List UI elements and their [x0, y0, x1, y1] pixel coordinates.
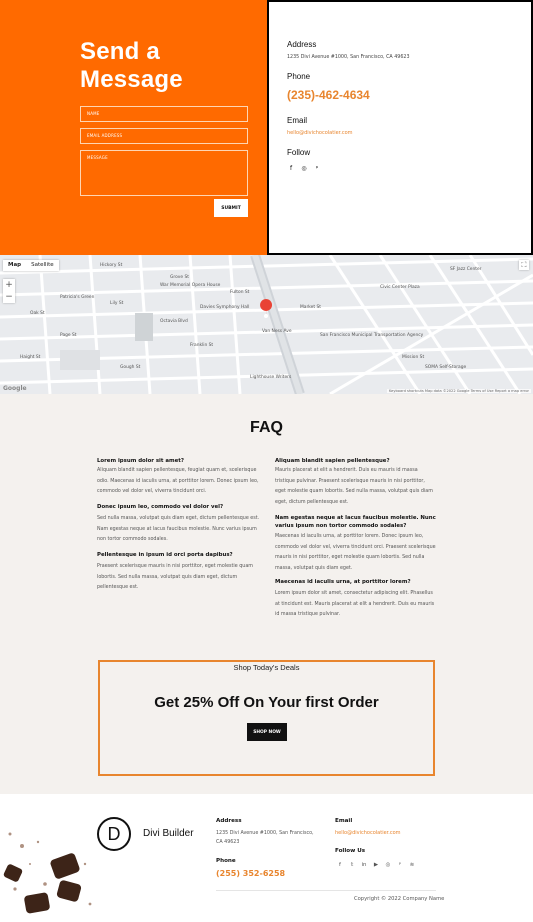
- instagram-icon[interactable]: ◎: [300, 164, 308, 172]
- linkedin-icon[interactable]: in: [360, 861, 368, 869]
- footer-email-label: Email: [335, 818, 353, 824]
- footer-email[interactable]: hello@divichocolatier.com: [335, 830, 401, 836]
- map-label: Franklin St: [190, 343, 214, 348]
- map-footer[interactable]: Keyboard shortcuts Map data ©2022 Google…: [386, 389, 531, 393]
- map-label: Haight St: [20, 355, 41, 360]
- phone-number[interactable]: (235)-462-4634: [287, 88, 370, 102]
- faq-title: FAQ: [250, 419, 283, 436]
- email-placeholder: EMAIL ADDRESS: [87, 133, 123, 138]
- instagram-icon[interactable]: ◎: [384, 861, 392, 869]
- map-type-tabs: Map Satellite: [3, 260, 59, 271]
- map-label: War Memorial Opera House: [160, 283, 221, 288]
- footer-phone-label: Phone: [216, 858, 236, 864]
- map-label: San Francisco Municipal Transportation A…: [320, 333, 424, 338]
- deals-box: Shop Today's Deals Get 25% Off On Your f…: [98, 660, 435, 776]
- map-label: Hickory St: [100, 263, 123, 268]
- fullscreen-icon[interactable]: ⛶: [519, 260, 529, 270]
- map-label: SF Jazz Center: [450, 267, 482, 272]
- deals-title: Get 25% Off On Your first Order: [154, 694, 379, 711]
- copyright: Copyright © 2022 Company Name: [354, 896, 445, 902]
- zoom-in-button[interactable]: +: [3, 279, 15, 291]
- chocolate-decoration: [3, 832, 92, 914]
- faq-answer: Aliquam blandit sapien pellentesque, feu…: [97, 468, 259, 494]
- rss-icon[interactable]: ≋: [408, 861, 416, 869]
- faq-answer: Mauris placerat at elit a hendrerit. Dui…: [275, 468, 433, 505]
- name-placeholder: NAME: [87, 111, 100, 116]
- message-placeholder: MESSAGE: [87, 155, 108, 160]
- map-label: Page St: [60, 333, 77, 338]
- map-label: Lily St: [110, 301, 124, 306]
- pinterest-icon[interactable]: ᵖ: [396, 861, 404, 869]
- faq-question: Donec ipsum leo, commodo vel dolor vel?: [97, 504, 224, 510]
- brand-logo[interactable]: D: [97, 817, 131, 851]
- map-label: Lighthouse Writers: [250, 375, 292, 380]
- map-label: Mission St: [402, 355, 425, 360]
- deals-label-wrap: Shop Today's Deals: [100, 655, 433, 674]
- map-label: Market St: [300, 305, 321, 310]
- map-label: Gough St: [120, 365, 141, 370]
- map-label: Civic Center Plaza: [380, 285, 420, 290]
- satellite-tab[interactable]: Satellite: [26, 260, 59, 271]
- faq-answer: Praesent scelerisque mauris in nisi port…: [97, 564, 253, 590]
- form-title: Send a Message: [80, 38, 183, 93]
- faq-answer: Lorem ipsum dolor sit amet, consectetur …: [275, 591, 435, 617]
- map-label: Van Ness Ave: [262, 329, 292, 334]
- footer-phone[interactable]: (255) 352-6258: [216, 869, 285, 878]
- message-field[interactable]: MESSAGE: [80, 150, 248, 196]
- zoom-controls: + −: [3, 279, 15, 303]
- map-label: Fulton St: [230, 290, 250, 295]
- google-logo: Google: [3, 385, 27, 392]
- contact-info-card: [267, 0, 533, 255]
- footer: D Divi Builder Address 1235 Divi Avenue …: [0, 794, 533, 922]
- map-label: Octavia Blvd: [160, 319, 188, 324]
- map-label: Davies Symphony Hall: [200, 305, 250, 310]
- submit-button[interactable]: SUBMIT: [214, 199, 248, 217]
- faq-question: Pellentesque in ipsum id orci porta dapi…: [97, 552, 233, 558]
- faq-question: Lorem ipsum dolor sit amet?: [97, 458, 184, 464]
- email-label: Email: [287, 116, 308, 125]
- faq-question: Maecenas id iaculis urna, at porttitor l…: [275, 579, 411, 585]
- footer-address-label: Address: [216, 818, 242, 824]
- address-label: Address: [287, 40, 317, 49]
- map-label: Patricia's Green: [60, 295, 95, 300]
- map-label: Oak St: [30, 311, 45, 316]
- facebook-icon[interactable]: f: [336, 861, 344, 869]
- map-streets: [0, 255, 533, 394]
- brand-name: Divi Builder: [143, 828, 194, 839]
- follow-label: Follow: [287, 148, 311, 157]
- map-tab[interactable]: Map: [3, 260, 26, 271]
- shop-now-button[interactable]: SHOP NOW: [247, 723, 287, 741]
- map-label: SOMA Self-Storage: [425, 365, 467, 370]
- contact-section: Send a Message NAME EMAIL ADDRESS MESSAG…: [0, 0, 533, 255]
- map-embed[interactable]: Map Satellite + − ⛶ Hickory St Grove St …: [0, 255, 533, 394]
- contact-form-panel: Send a Message NAME EMAIL ADDRESS MESSAG…: [0, 0, 267, 255]
- faq-answer: Sed nulla massa, volutpat quis diam eget…: [97, 516, 260, 542]
- email-field[interactable]: EMAIL ADDRESS: [80, 128, 248, 144]
- footer-divider: [216, 890, 436, 891]
- phone-label: Phone: [287, 72, 311, 81]
- faq-question: Nam egestas neque at lacus faucibus mole…: [275, 515, 436, 529]
- name-field[interactable]: NAME: [80, 106, 248, 122]
- twitter-icon[interactable]: 𝕥: [348, 861, 356, 869]
- zoom-out-button[interactable]: −: [3, 291, 15, 303]
- footer-address: 1235 Divi Avenue #1000, San Francisco, C…: [216, 831, 314, 845]
- deals-label: Shop Today's Deals: [225, 663, 308, 672]
- map-label: Grove St: [170, 275, 190, 280]
- address-text: 1235 Divi Avenue #1000, San Francisco, C…: [287, 55, 410, 60]
- facebook-icon[interactable]: f: [287, 164, 295, 172]
- faq-question: Aliquam blandit sapien pellentesque?: [275, 458, 390, 464]
- youtube-icon[interactable]: ▶: [372, 861, 380, 869]
- faq-answer: Maecenas id iaculis urna, at porttitor l…: [275, 534, 436, 571]
- footer-follow-label: Follow Us: [335, 848, 366, 854]
- email-link[interactable]: hello@divichocolatier.com: [287, 130, 353, 136]
- pinterest-icon[interactable]: ᵖ: [313, 164, 321, 172]
